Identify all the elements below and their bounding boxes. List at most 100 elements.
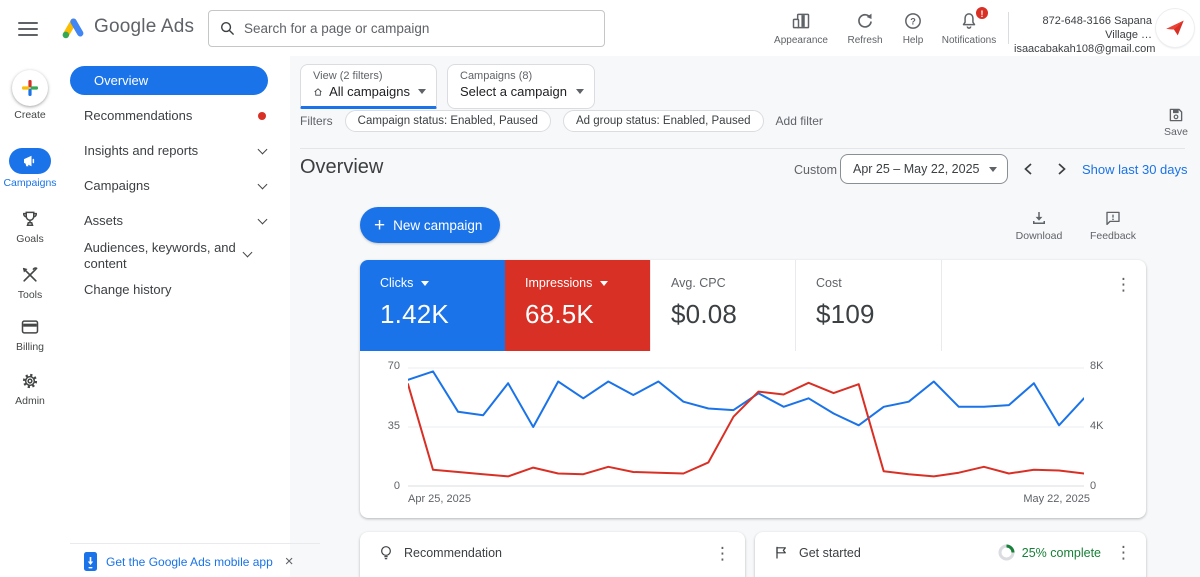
google-ads-app: Google Ads Appearance Refresh ? Help: [0, 0, 1200, 577]
scorecard-impressions[interactable]: Impressions 68.5K: [505, 260, 650, 351]
chevron-left-icon: [1023, 162, 1033, 176]
divider: [300, 148, 1185, 149]
chevron-down-icon: [243, 248, 253, 258]
add-filter-button[interactable]: Add filter: [776, 114, 823, 128]
series-impressions: [408, 383, 1084, 477]
account-name: 872-648-3166 Sapana Village …: [1014, 14, 1152, 42]
refresh-icon: [841, 10, 889, 32]
chevron-down-icon: [576, 89, 584, 94]
x-axis-end-label: May 22, 2025: [1023, 493, 1090, 505]
y-axis-tick: 35: [372, 420, 400, 432]
page-title: Overview: [300, 156, 383, 179]
megaphone-icon: [9, 148, 51, 174]
sidebar-item-tools[interactable]: Tools: [0, 264, 60, 301]
credit-card-icon: [0, 316, 60, 338]
progress-ring-icon: [998, 544, 1015, 561]
feedback-icon: [1104, 209, 1122, 227]
lightbulb-icon: [378, 544, 394, 562]
chart-card-menu-button[interactable]: ⋮: [1115, 276, 1132, 293]
subnav-divider: [70, 543, 320, 544]
view-filter-dropdown[interactable]: View (2 filters) All campaigns: [300, 64, 437, 109]
mobile-phone-icon: [84, 552, 97, 571]
appearance-icon: [773, 10, 829, 32]
create-plus-icon: [12, 70, 48, 106]
save-button[interactable]: Save: [1158, 106, 1194, 138]
new-campaign-button[interactable]: + New campaign: [360, 207, 500, 243]
recommendation-card[interactable]: Recommendation ⋮: [360, 532, 745, 577]
subnav-item-change-history[interactable]: Change history: [84, 282, 280, 298]
create-button[interactable]: Create: [0, 70, 60, 121]
scorecard-clicks[interactable]: Clicks 1.42K: [360, 260, 505, 351]
plus-icon: +: [374, 216, 385, 235]
topbar-divider: [1008, 12, 1009, 44]
series-clicks: [408, 371, 1084, 427]
subnav-item-insights-and-reports[interactable]: Insights and reports: [84, 143, 280, 159]
y-axis-tick: 8K: [1090, 360, 1118, 372]
menu-icon[interactable]: [18, 18, 42, 38]
show-last-30-days-link[interactable]: Show last 30 days: [1082, 162, 1188, 177]
date-range-dropdown[interactable]: Apr 25 – May 22, 2025: [840, 154, 1008, 184]
flag-icon: [773, 544, 789, 561]
main-content: View (2 filters) All campaigns Campaigns…: [290, 56, 1200, 577]
global-search[interactable]: [208, 10, 605, 47]
search-input[interactable]: [244, 21, 594, 36]
filter-chip-campaign-status[interactable]: Campaign status: Enabled, Paused: [345, 110, 551, 132]
campaign-select-dropdown[interactable]: Campaigns (8) Select a campaign: [447, 64, 595, 109]
top-bar: Google Ads Appearance Refresh ? Help: [0, 0, 1200, 56]
filter-chip-ad-group-status[interactable]: Ad group status: Enabled, Paused: [563, 110, 764, 132]
recommendation-card-menu-button[interactable]: ⋮: [714, 545, 731, 562]
x-axis-start-label: Apr 25, 2025: [408, 493, 471, 505]
chevron-down-icon: [600, 281, 608, 286]
save-icon: [1167, 106, 1185, 124]
avg-cpc-value: $0.08: [671, 299, 795, 330]
appearance-button[interactable]: Appearance: [773, 10, 829, 46]
subnav-item-recommendations[interactable]: Recommendations: [84, 108, 280, 124]
secondary-nav: Overview Recommendations Insights and re…: [60, 56, 290, 577]
get-started-progress: 25% complete: [998, 544, 1101, 561]
help-icon: ?: [893, 10, 933, 32]
previous-period-button[interactable]: [1016, 157, 1040, 181]
tools-icon: [0, 264, 60, 286]
notifications-bell-icon: !: [937, 10, 1001, 32]
account-info[interactable]: 872-648-3166 Sapana Village … isaacabaka…: [1014, 14, 1152, 56]
notification-badge: !: [975, 6, 989, 20]
account-email: isaacabakah108@gmail.com: [1014, 42, 1152, 56]
subnav-item-audiences-keywords-content[interactable]: Audiences, keywords, and content: [84, 240, 280, 272]
download-icon: [1030, 209, 1048, 227]
y-axis-tick: 4K: [1090, 420, 1118, 432]
scorecard-cost[interactable]: Cost $109: [796, 260, 942, 351]
scorecard-avg-cpc[interactable]: Avg. CPC $0.08: [650, 260, 796, 351]
mobile-app-banner[interactable]: Get the Google Ads mobile app ×: [84, 552, 334, 571]
svg-text:?: ?: [910, 16, 916, 26]
trophy-icon: [0, 208, 60, 230]
product-name: Google Ads: [94, 16, 194, 38]
cost-value: $109: [816, 299, 941, 330]
feedback-button[interactable]: Feedback: [1089, 209, 1137, 242]
help-button[interactable]: ? Help: [893, 10, 933, 46]
subnav-item-assets[interactable]: Assets: [84, 213, 280, 229]
chevron-down-icon: [418, 89, 426, 94]
get-started-card[interactable]: Get started 25% complete ⋮: [755, 532, 1146, 577]
chevron-down-icon: [421, 281, 429, 286]
y-axis-tick: 0: [1090, 480, 1118, 492]
close-icon[interactable]: ×: [285, 553, 294, 570]
filters-bar: Filters Campaign status: Enabled, Paused…: [300, 110, 823, 132]
refresh-button[interactable]: Refresh: [841, 10, 889, 46]
subnav-item-campaigns[interactable]: Campaigns: [84, 178, 280, 194]
download-button[interactable]: Download: [1015, 209, 1063, 242]
chevron-right-icon: [1057, 162, 1067, 176]
y-axis-tick: 0: [372, 480, 400, 492]
avatar[interactable]: [1156, 9, 1194, 47]
overview-chart-svg[interactable]: [408, 367, 1084, 487]
sidebar-item-admin[interactable]: Admin: [0, 370, 60, 407]
notifications-button[interactable]: ! Notifications: [937, 10, 1001, 46]
next-period-button[interactable]: [1050, 157, 1074, 181]
sidebar-item-campaigns[interactable]: Campaigns: [0, 148, 60, 189]
date-mode-label: Custom: [794, 163, 837, 177]
get-started-card-menu-button[interactable]: ⋮: [1115, 544, 1132, 561]
subnav-item-overview[interactable]: Overview: [70, 66, 268, 95]
sidebar-item-billing[interactable]: Billing: [0, 316, 60, 353]
sidebar-item-goals[interactable]: Goals: [0, 208, 60, 245]
search-icon: [219, 20, 236, 37]
chevron-down-icon: [258, 180, 268, 190]
